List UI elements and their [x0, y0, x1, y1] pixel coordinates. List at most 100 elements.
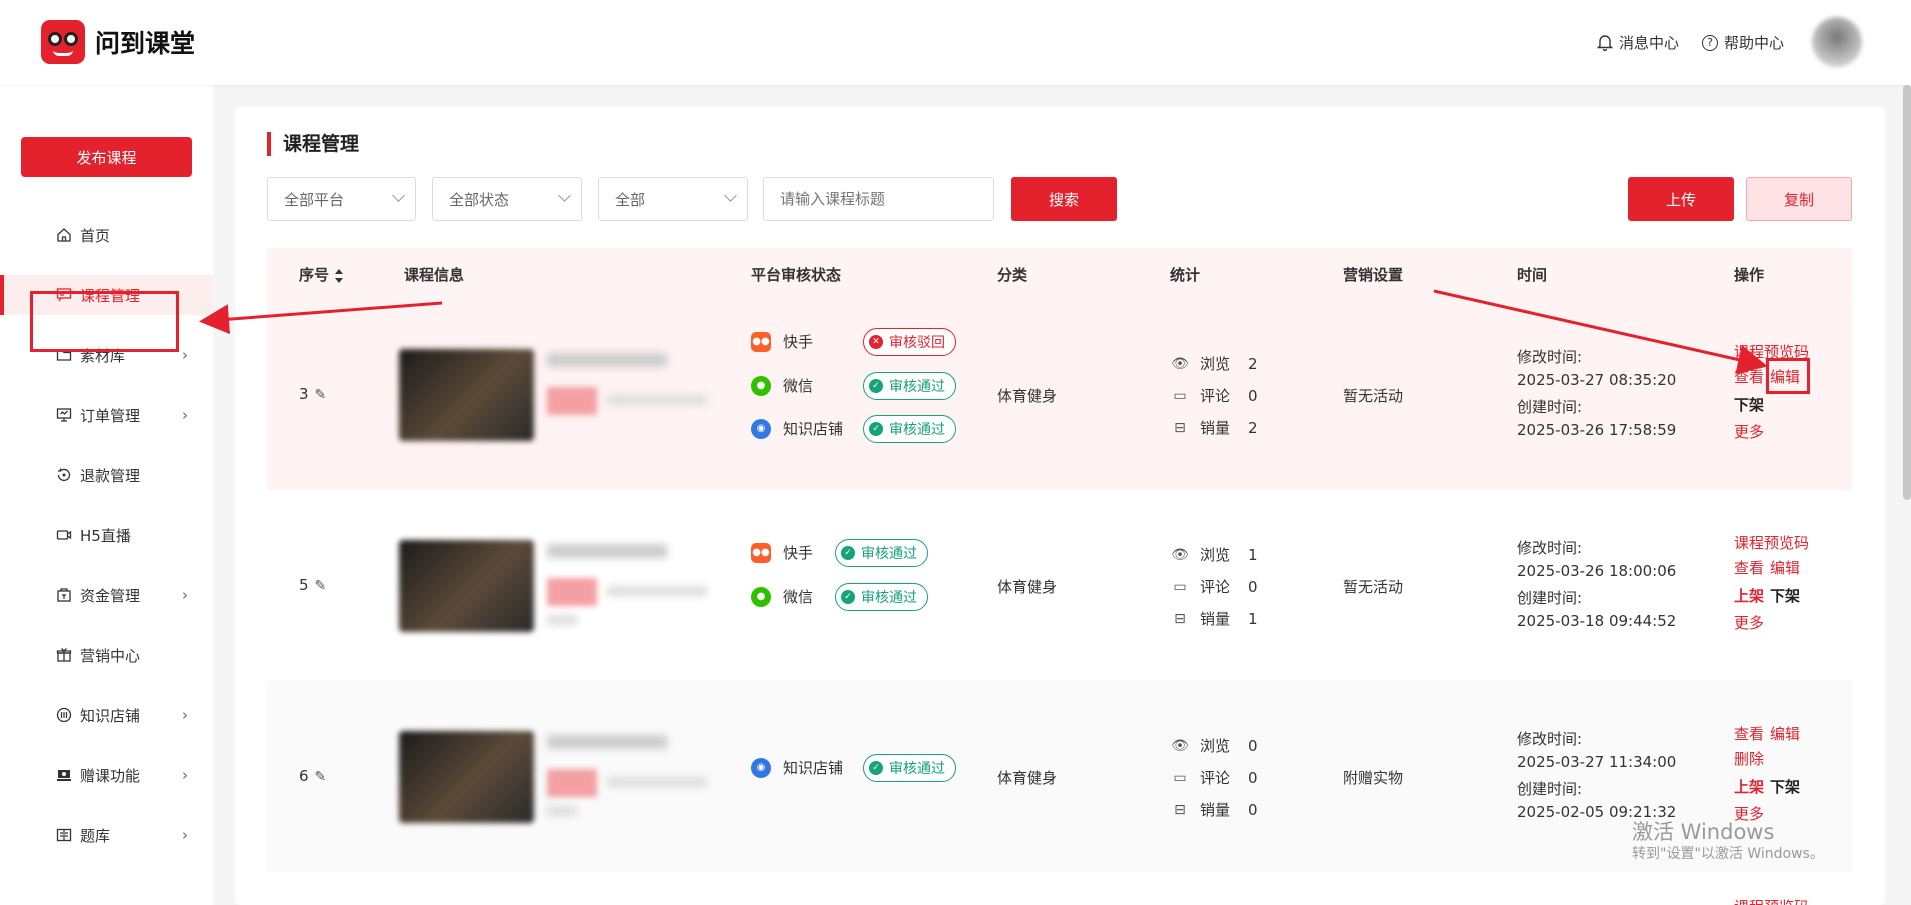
row-index: 3 ✎ — [299, 385, 327, 403]
status-badge: ✕ 审核驳回 — [863, 328, 956, 356]
created-time: 2025-03-18 09:44:52 — [1517, 612, 1677, 630]
col-actions: 操作 — [1734, 266, 1765, 284]
help-center-label: 帮助中心 — [1724, 34, 1785, 52]
course-thumbnail[interactable] — [399, 731, 534, 823]
delist-link[interactable]: 下架 — [1770, 776, 1800, 797]
course-price-blurred — [547, 769, 597, 797]
sidebar-item-h5-live[interactable]: H5直播 — [0, 515, 213, 555]
page-title: 课程管理 — [267, 132, 359, 156]
marketing-setting: 暂无活动 — [1343, 578, 1404, 596]
sidebar-item-fund-management[interactable]: 资金管理 › — [0, 575, 213, 615]
wallet-icon — [56, 587, 72, 603]
list-link[interactable]: 上架 — [1734, 776, 1764, 797]
col-course-info: 课程信息 — [404, 266, 465, 284]
type-select[interactable]: 全部 — [598, 177, 748, 221]
sidebar-highlight-box — [30, 291, 179, 352]
course-thumbnail[interactable] — [399, 540, 534, 632]
modified-time: 2025-03-27 08:35:20 — [1517, 371, 1677, 389]
pencil-icon[interactable]: ✎ — [315, 769, 327, 785]
table-header: 序号 课程信息 平台审核状态 分类 统计 营销设置 时间 操作 — [267, 248, 1852, 299]
copy-button[interactable]: 复制 — [1746, 177, 1852, 221]
check-icon: ✓ — [869, 761, 883, 775]
search-input[interactable] — [763, 177, 994, 221]
sidebar-item-question-bank[interactable]: 题库 › — [0, 815, 213, 855]
preview-code-link[interactable]: 课程预览码 — [1734, 532, 1809, 553]
stat-views: 👁 浏览 0 — [1171, 736, 1258, 756]
course-meta-blurred — [547, 806, 577, 816]
delete-link[interactable]: 删除 — [1734, 748, 1764, 769]
category: 体育健身 — [997, 578, 1058, 596]
stat-sales: ⊟ 销量 1 — [1170, 608, 1257, 629]
created-label: 创建时间: — [1517, 398, 1583, 416]
stat-comments: ▭ 评论 0 — [1170, 576, 1257, 597]
gift-course-icon — [56, 767, 72, 783]
course-title-blurred — [547, 353, 667, 367]
more-link[interactable]: 更多 — [1734, 421, 1764, 442]
chevron-down-icon — [558, 189, 571, 202]
modified-label: 修改时间: — [1517, 730, 1583, 748]
chevron-right-icon: › — [182, 586, 188, 604]
knowledge-shop-icon: ◉ — [751, 418, 771, 439]
chevron-down-icon — [724, 189, 737, 202]
sidebar-item-gift-course[interactable]: 赠课功能 › — [0, 755, 213, 795]
next-row-preview-code-link[interactable]: 课程预览码 — [1734, 896, 1809, 905]
chevron-right-icon: › — [182, 346, 188, 364]
sidebar-item-marketing-center[interactable]: 营销中心 — [0, 635, 213, 675]
upload-button[interactable]: 上传 — [1628, 177, 1734, 221]
col-index[interactable]: 序号 — [299, 264, 344, 285]
platform-select[interactable]: 全部平台 — [267, 177, 416, 221]
sidebar-item-order-management[interactable]: 订单管理 › — [0, 395, 213, 435]
avatar[interactable] — [1812, 17, 1862, 67]
status-badge: ✓ 审核通过 — [835, 583, 928, 611]
search-button[interactable]: 搜索 — [1011, 177, 1117, 221]
delist-link[interactable]: 下架 — [1770, 585, 1800, 606]
view-link[interactable]: 查看 — [1734, 557, 1764, 578]
view-link[interactable]: 查看 — [1734, 723, 1764, 744]
sidebar-item-knowledge-shop[interactable]: 知识店铺 › — [0, 695, 213, 735]
message-center-label: 消息中心 — [1619, 34, 1680, 52]
status-badge: ✓ 审核通过 — [863, 415, 956, 443]
platform-kuaishou: ●● 快手 — [751, 331, 814, 352]
help-center-link[interactable]: ? 帮助中心 — [1702, 32, 1784, 53]
status-select[interactable]: 全部状态 — [432, 177, 582, 221]
course-thumbnail[interactable] — [399, 349, 534, 441]
eye-icon: 👁 — [1171, 546, 1189, 563]
comment-icon: ▭ — [1173, 578, 1187, 595]
bell-icon — [1597, 35, 1613, 51]
platform-wechat: ● 微信 — [751, 586, 813, 607]
pencil-icon[interactable]: ✎ — [315, 387, 327, 403]
status-badge: ✓ 审核通过 — [835, 539, 928, 567]
table-row: 6 ✎ ◉ 知识店铺 ✓ 审核通过 体育健身 👁 浏览 0 ▭ 评论 0 ⊟ 销量 0 附赠实物 … — [267, 681, 1852, 872]
more-link[interactable]: 更多 — [1734, 612, 1764, 633]
sidebar-item-refund-management[interactable]: 退款管理 — [0, 455, 213, 495]
platform-knowledge-shop: ◉ 知识店铺 — [751, 418, 843, 439]
delist-link[interactable]: 下架 — [1734, 394, 1764, 415]
page-scrollbar[interactable] — [1903, 85, 1911, 500]
view-link[interactable]: 查看 — [1734, 366, 1764, 387]
status-badge: ✓ 审核通过 — [863, 372, 956, 400]
platform-knowledge-shop: ◉ 知识店铺 — [751, 757, 843, 778]
edit-link[interactable]: 编辑 — [1770, 557, 1800, 578]
platform-wechat: ● 微信 — [751, 375, 813, 396]
windows-watermark-title: 激活 Windows — [1632, 820, 1775, 844]
chevron-down-icon — [392, 189, 405, 202]
stat-views: 👁 浏览 2 — [1171, 354, 1258, 374]
comment-icon: ▭ — [1173, 769, 1187, 786]
table-row: 3 ✎ ●● 快手 ✕ 审核驳回 ● 微信 ✓ 审核通过 ◉ 知识店铺 ✓ 审核通过 体育健身… — [267, 299, 1852, 490]
sidebar-item-home[interactable]: 首页 — [0, 215, 213, 255]
modified-time: 2025-03-26 18:00:06 — [1517, 562, 1677, 580]
wechat-icon: ● — [751, 586, 771, 607]
check-icon: ✓ — [841, 546, 855, 560]
edit-link[interactable]: 编辑 — [1770, 723, 1800, 744]
message-center-link[interactable]: 消息中心 — [1597, 32, 1679, 53]
order-icon — [56, 407, 72, 423]
eye-icon: 👁 — [1171, 737, 1189, 754]
pencil-icon[interactable]: ✎ — [315, 578, 327, 594]
brand-logo[interactable]: 问到课堂 — [41, 20, 195, 64]
brand-name: 问到课堂 — [95, 29, 196, 58]
sort-icon[interactable] — [335, 268, 344, 283]
col-stats: 统计 — [1170, 266, 1201, 284]
publish-course-button[interactable]: 发布课程 — [21, 137, 192, 177]
chevron-right-icon: › — [182, 406, 188, 424]
list-link[interactable]: 上架 — [1734, 585, 1764, 606]
